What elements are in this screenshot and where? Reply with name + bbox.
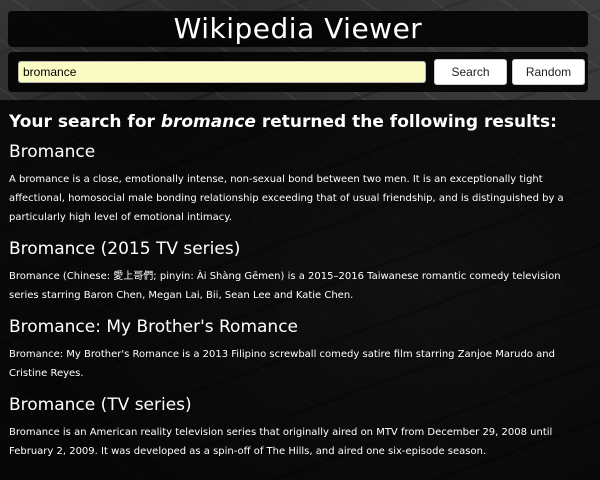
result-title-link[interactable]: Bromance: My Brother's Romance: [9, 315, 591, 339]
results-panel: Your search for bromance returned the fo…: [0, 100, 600, 480]
result-snippet: Bromance is an American reality televisi…: [9, 427, 553, 457]
results-heading: Your search for bromance returned the fo…: [9, 110, 591, 134]
random-button[interactable]: Random: [512, 59, 585, 85]
search-button[interactable]: Search: [434, 59, 507, 85]
search-bar: Search Random: [8, 52, 588, 92]
result-snippet: Bromance: My Brother's Romance is a 2013…: [9, 349, 555, 379]
result-title-link[interactable]: Bromance: [9, 140, 591, 164]
result-snippet: Bromance (Chinese: 愛上哥們; pinyin: Ài Shàn…: [9, 271, 561, 301]
result-item: Bromance A bromance is a close, emotiona…: [9, 140, 591, 227]
result-snippet: A bromance is a close, emotionally inten…: [9, 174, 564, 223]
results-heading-suffix: returned the following results:: [255, 112, 557, 132]
results-heading-prefix: Your search for: [9, 112, 161, 132]
result-item: Bromance (2015 TV series) Bromance (Chin…: [9, 237, 591, 305]
result-title-link[interactable]: Bromance (2015 TV series): [9, 237, 591, 261]
result-item: Bromance: My Brother's Romance Bromance:…: [9, 315, 591, 383]
result-title-link[interactable]: Bromance (TV series): [9, 393, 591, 417]
results-heading-term: bromance: [160, 112, 256, 132]
page-title: Wikipedia Viewer: [8, 11, 588, 47]
result-item: Bromance (TV series) Bromance is an Amer…: [9, 393, 591, 461]
search-input[interactable]: [18, 61, 426, 83]
